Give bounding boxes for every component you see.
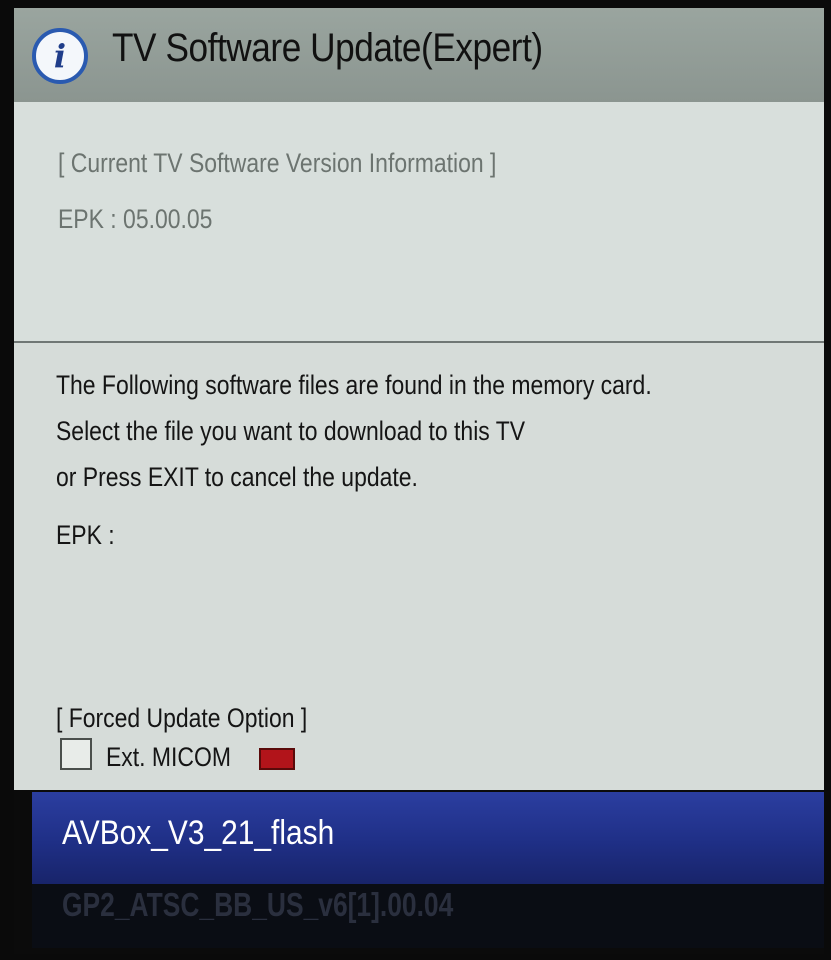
found-files-line-3: or Press EXIT to cancel the update.	[56, 462, 418, 492]
dialog-header: i TV Software Update(Expert)	[14, 8, 824, 102]
current-version-panel: [ Current TV Software Version Informatio…	[14, 102, 824, 341]
dialog-title: TV Software Update(Expert)	[112, 26, 543, 70]
current-epk-version: EPK : 05.00.05	[58, 204, 213, 234]
current-version-heading: [ Current TV Software Version Informatio…	[58, 148, 497, 178]
ext-micom-label: Ext. MICOM	[106, 742, 231, 772]
red-indicator-icon	[259, 748, 295, 770]
ext-micom-checkbox[interactable]	[60, 738, 92, 770]
info-icon: i	[32, 28, 88, 84]
list-left-rail	[14, 790, 32, 954]
tv-screen: i TV Software Update(Expert) [ Current T…	[14, 8, 824, 954]
found-epk-label: EPK :	[56, 520, 115, 550]
forced-update-heading: [ Forced Update Option ]	[56, 703, 308, 733]
file-list-item-label[interactable]: AVBox_V3_21_flash	[62, 814, 334, 853]
found-files-line-2: Select the file you want to download to …	[56, 416, 526, 446]
file-list-item-label[interactable]: GP2_ATSC_BB_US_v6[1].00.04	[62, 886, 453, 924]
found-files-panel: The Following software files are found i…	[14, 343, 824, 790]
found-files-line-1: The Following software files are found i…	[56, 370, 652, 400]
